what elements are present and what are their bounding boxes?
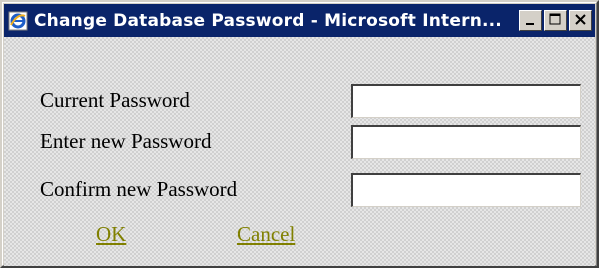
dialog-content: Current Password Enter new Password Conf…	[4, 37, 595, 266]
window-title: Change Database Password - Microsoft Int…	[34, 10, 502, 31]
dialog-window: Change Database Password - Microsoft Int…	[0, 0, 599, 268]
current-password-row: Current Password	[4, 84, 595, 118]
close-icon	[575, 14, 586, 25]
confirm-password-input[interactable]	[351, 173, 581, 207]
confirm-password-row: Confirm new Password	[4, 173, 595, 207]
close-button[interactable]	[569, 10, 592, 31]
cancel-link[interactable]: Cancel	[237, 222, 295, 247]
internet-explorer-icon	[7, 10, 29, 32]
new-password-row: Enter new Password	[4, 125, 595, 159]
minimize-icon	[526, 23, 534, 25]
new-password-input[interactable]	[351, 125, 581, 159]
title-bar[interactable]: Change Database Password - Microsoft Int…	[4, 4, 595, 37]
current-password-label: Current Password	[40, 88, 190, 112]
minimize-button[interactable]	[519, 10, 542, 31]
ok-link[interactable]: OK	[96, 222, 126, 247]
maximize-icon	[549, 13, 561, 25]
new-password-label: Enter new Password	[40, 129, 212, 153]
confirm-password-label: Confirm new Password	[40, 177, 238, 201]
maximize-button[interactable]	[544, 10, 567, 31]
current-password-input[interactable]	[351, 84, 581, 118]
title-bar-buttons	[517, 10, 592, 31]
